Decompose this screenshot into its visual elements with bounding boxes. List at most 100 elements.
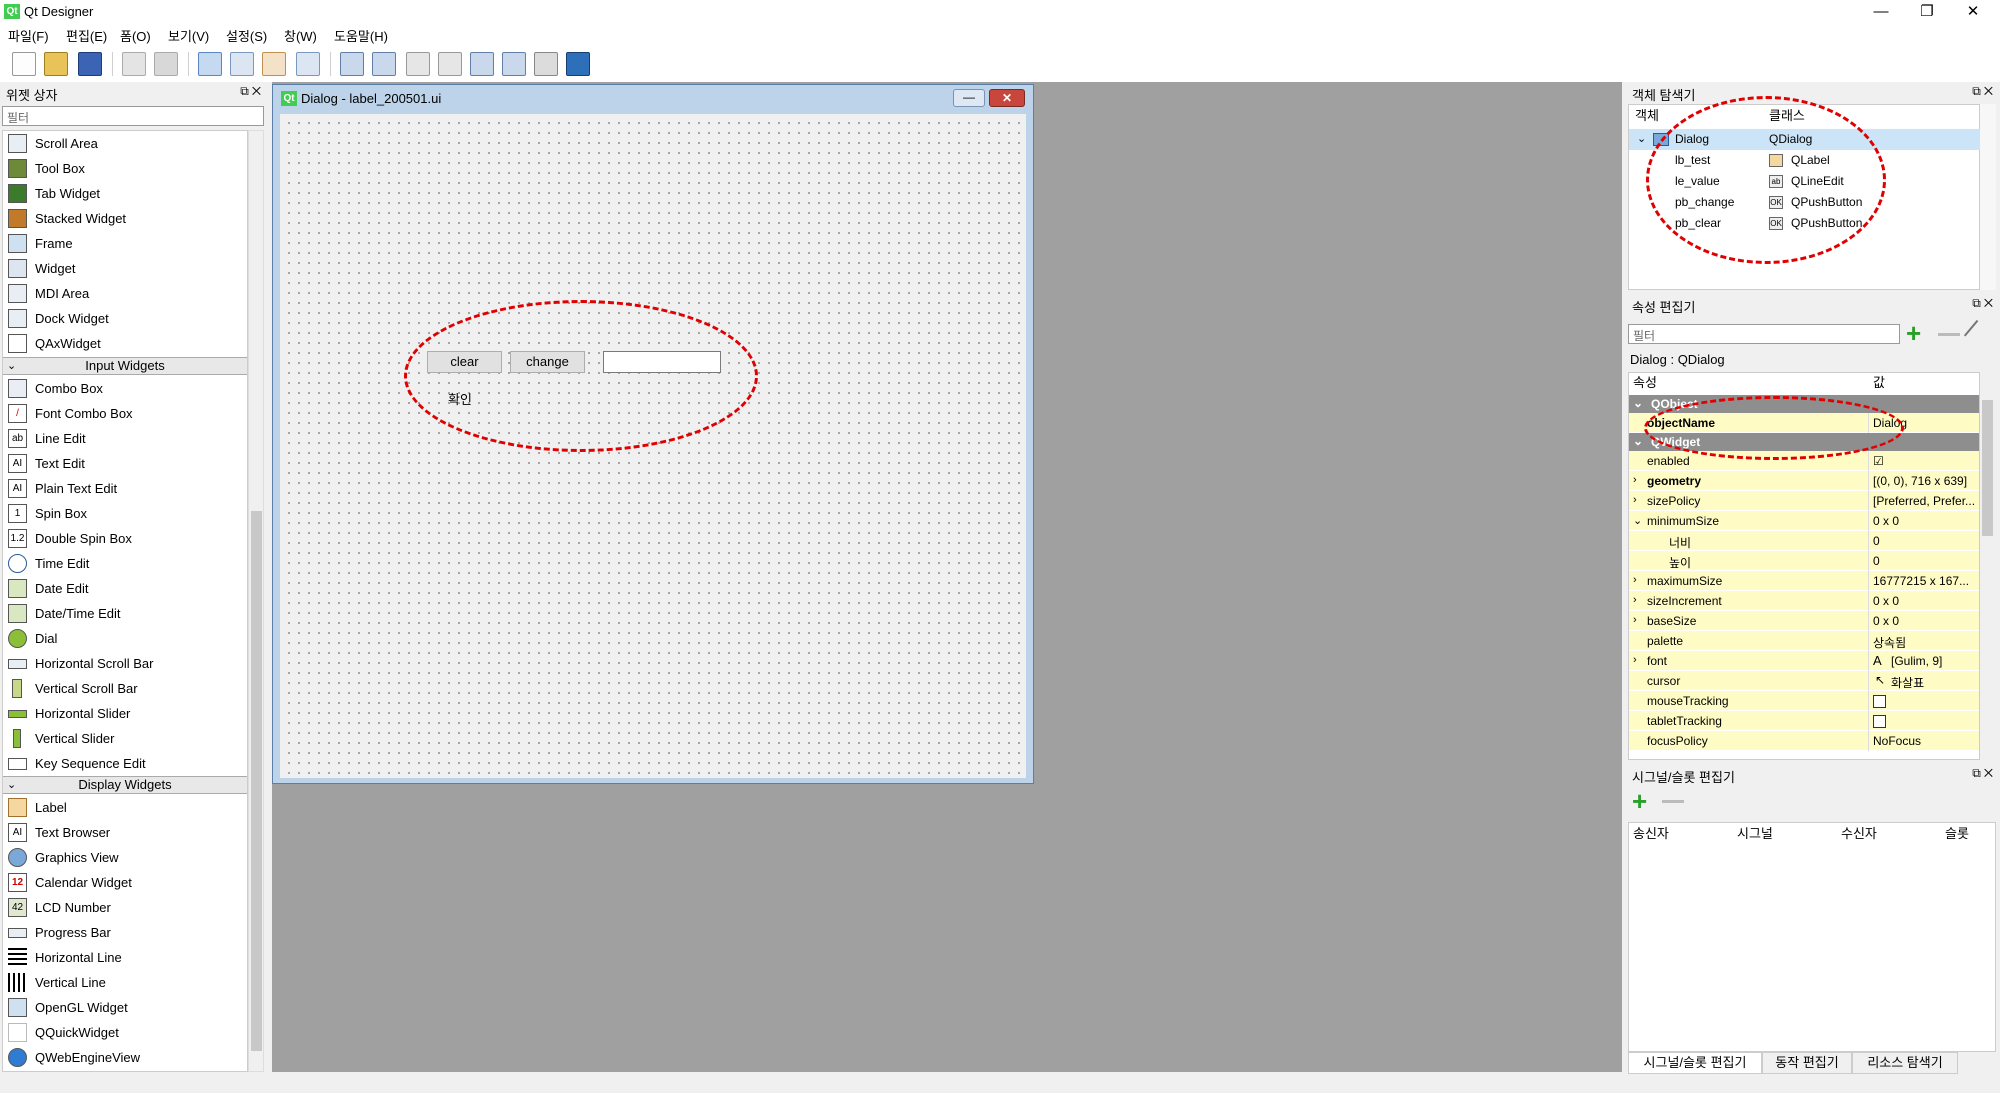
new-file-icon[interactable] — [12, 52, 36, 76]
widget-item-label[interactable]: Label — [3, 795, 247, 820]
dock-float-close-icon[interactable]: ⧉✕ — [1972, 296, 1996, 311]
column-header-object[interactable]: 객체 — [1635, 105, 1659, 127]
minimize-button[interactable]: — — [1858, 2, 1904, 22]
adjust-size-icon[interactable] — [566, 52, 590, 76]
enabled-checkbox[interactable]: ☑ — [1873, 454, 1884, 468]
widget-item-time-edit[interactable]: Time Edit — [3, 551, 247, 576]
form-minimize-button[interactable]: — — [953, 89, 985, 107]
property-row-font[interactable]: › font A [Gulim, 9] — [1629, 651, 1979, 671]
menu-settings[interactable]: 설정(S) — [226, 26, 267, 45]
layout-grid-icon[interactable] — [470, 52, 494, 76]
menu-view[interactable]: 보기(V) — [168, 26, 209, 45]
property-editor-scrollbar[interactable] — [1980, 372, 1996, 760]
widget-item-qwebengineview[interactable]: QWebEngineView — [3, 1045, 247, 1070]
widget-item-progress-bar[interactable]: Progress Bar — [3, 920, 247, 945]
column-header-signal[interactable]: 시그널 — [1737, 823, 1773, 845]
widget-item-horizontal-slider[interactable]: Horizontal Slider — [3, 701, 247, 726]
dock-float-close-icon[interactable]: ⧉✕ — [1972, 766, 1996, 781]
property-value[interactable]: 화살표 — [1891, 674, 1924, 691]
property-row-mousetracking[interactable]: mouseTracking — [1629, 691, 1979, 711]
layout-splitter-horizontal-icon[interactable] — [406, 52, 430, 76]
widget-item-line-edit[interactable]: ab Line Edit — [3, 426, 247, 451]
widget-item-horizontal-scroll-bar[interactable]: Horizontal Scroll Bar — [3, 651, 247, 676]
property-row-geometry[interactable]: › geometry [(0, 0), 716 x 639] — [1629, 471, 1979, 491]
column-header-receiver[interactable]: 수신자 — [1841, 823, 1877, 845]
widget-item-vertical-slider[interactable]: Vertical Slider — [3, 726, 247, 751]
add-property-icon[interactable]: + — [1906, 320, 1930, 346]
layout-form-icon[interactable] — [502, 52, 526, 76]
category-input-widgets[interactable]: ⌄ Input Widgets — [3, 357, 247, 375]
widget-item-qquickwidget[interactable]: QQuickWidget — [3, 1020, 247, 1045]
property-row-basesize[interactable]: › baseSize 0 x 0 — [1629, 611, 1979, 631]
menu-help[interactable]: 도움말(H) — [334, 26, 388, 45]
remove-property-icon[interactable] — [1938, 333, 1960, 336]
dialog-form-canvas[interactable]: clear change 확인 — [280, 114, 1026, 778]
maximize-button[interactable]: ❐ — [1904, 2, 1950, 22]
widget-item-dial[interactable]: Dial — [3, 626, 247, 651]
widget-item-vertical-scroll-bar[interactable]: Vertical Scroll Bar — [3, 676, 247, 701]
tab-signal-slot-editor[interactable]: 시그널/슬롯 편집기 — [1628, 1052, 1762, 1074]
category-display-widgets[interactable]: ⌄ Display Widgets — [3, 776, 247, 794]
break-layout-icon[interactable] — [534, 52, 558, 76]
save-icon[interactable] — [78, 52, 102, 76]
widget-item-widget[interactable]: Widget — [3, 256, 247, 281]
property-value[interactable]: 0 — [1873, 554, 1880, 568]
layout-splitter-vertical-icon[interactable] — [438, 52, 462, 76]
mousetracking-checkbox[interactable] — [1873, 695, 1886, 708]
configure-wrench-icon[interactable] — [1963, 319, 1993, 349]
widget-item-vertical-line[interactable]: Vertical Line — [3, 970, 247, 995]
widget-item-tool-box[interactable]: Tool Box — [3, 156, 247, 181]
property-value[interactable]: 0 x 0 — [1873, 514, 1899, 528]
property-value[interactable]: 상속됨 — [1873, 634, 1906, 651]
widget-item-opengl-widget[interactable]: OpenGL Widget — [3, 995, 247, 1020]
widget-item-font-combo-box[interactable]: / Font Combo Box — [3, 401, 247, 426]
property-row-palette[interactable]: palette 상속됨 — [1629, 631, 1979, 651]
widget-item-qaxwidget[interactable]: QAxWidget — [3, 331, 247, 356]
property-row-minimumsize[interactable]: ⌄ minimumSize 0 x 0 — [1629, 511, 1979, 531]
widget-item-mdi-area[interactable]: MDI Area — [3, 281, 247, 306]
property-value[interactable]: 0 x 0 — [1873, 614, 1899, 628]
property-row-focuspolicy[interactable]: focusPolicy NoFocus — [1629, 731, 1979, 751]
form-close-button[interactable]: ✕ — [989, 89, 1025, 107]
bring-to-front-icon[interactable] — [154, 52, 178, 76]
widget-item-tab-widget[interactable]: Tab Widget — [3, 181, 247, 206]
edit-widgets-icon[interactable] — [198, 52, 222, 76]
property-row-min-width[interactable]: 너비 0 — [1629, 531, 1979, 551]
widget-item-text-browser[interactable]: AI Text Browser — [3, 820, 247, 845]
widget-item-lcd-number[interactable]: 42 LCD Number — [3, 895, 247, 920]
scrollbar-thumb[interactable] — [251, 511, 262, 1051]
column-header-sender[interactable]: 송신자 — [1633, 823, 1669, 845]
column-header-value[interactable]: 값 — [1873, 373, 1885, 394]
send-to-back-icon[interactable] — [122, 52, 146, 76]
edit-buddies-icon[interactable] — [262, 52, 286, 76]
property-row-maximumsize[interactable]: › maximumSize 16777215 x 167... — [1629, 571, 1979, 591]
widget-item-combo-box[interactable]: Combo Box — [3, 376, 247, 401]
layout-vertical-icon[interactable] — [372, 52, 396, 76]
edit-signals-slots-icon[interactable] — [230, 52, 254, 76]
tab-resource-browser[interactable]: 리소스 탐색기 — [1852, 1052, 1958, 1074]
property-filter-input[interactable]: 필터 — [1628, 324, 1900, 344]
property-value[interactable]: 16777215 x 167... — [1873, 574, 1969, 588]
scrollbar-thumb[interactable] — [1982, 400, 1993, 536]
property-row-sizeincrement[interactable]: › sizeIncrement 0 x 0 — [1629, 591, 1979, 611]
widget-item-calendar-widget[interactable]: 12 Calendar Widget — [3, 870, 247, 895]
tablettracking-checkbox[interactable] — [1873, 715, 1886, 728]
dock-float-close-icon[interactable]: ⧉✕ — [1972, 84, 1996, 99]
property-row-cursor[interactable]: cursor ↖ 화살표 — [1629, 671, 1979, 691]
widget-item-spin-box[interactable]: 1 Spin Box — [3, 501, 247, 526]
property-row-sizepolicy[interactable]: › sizePolicy [Preferred, Prefer... — [1629, 491, 1979, 511]
edit-tab-order-icon[interactable] — [296, 52, 320, 76]
widget-item-frame[interactable]: Frame — [3, 231, 247, 256]
tab-action-editor[interactable]: 동작 편집기 — [1762, 1052, 1852, 1074]
widget-item-dock-widget[interactable]: Dock Widget — [3, 306, 247, 331]
remove-connection-icon[interactable] — [1662, 800, 1684, 803]
property-row-tablettracking[interactable]: tabletTracking — [1629, 711, 1979, 731]
widget-item-date-edit[interactable]: Date Edit — [3, 576, 247, 601]
widget-item-text-edit[interactable]: AI Text Edit — [3, 451, 247, 476]
property-value[interactable]: [Gulim, 9] — [1891, 654, 1942, 668]
add-connection-icon[interactable]: + — [1632, 788, 1647, 814]
widget-item-date-time-edit[interactable]: Date/Time Edit — [3, 601, 247, 626]
dock-float-close-icon[interactable]: ⧉✕ — [240, 84, 264, 99]
widget-item-double-spin-box[interactable]: 1.2 Double Spin Box — [3, 526, 247, 551]
object-inspector-scrollbar[interactable] — [1980, 104, 1996, 290]
